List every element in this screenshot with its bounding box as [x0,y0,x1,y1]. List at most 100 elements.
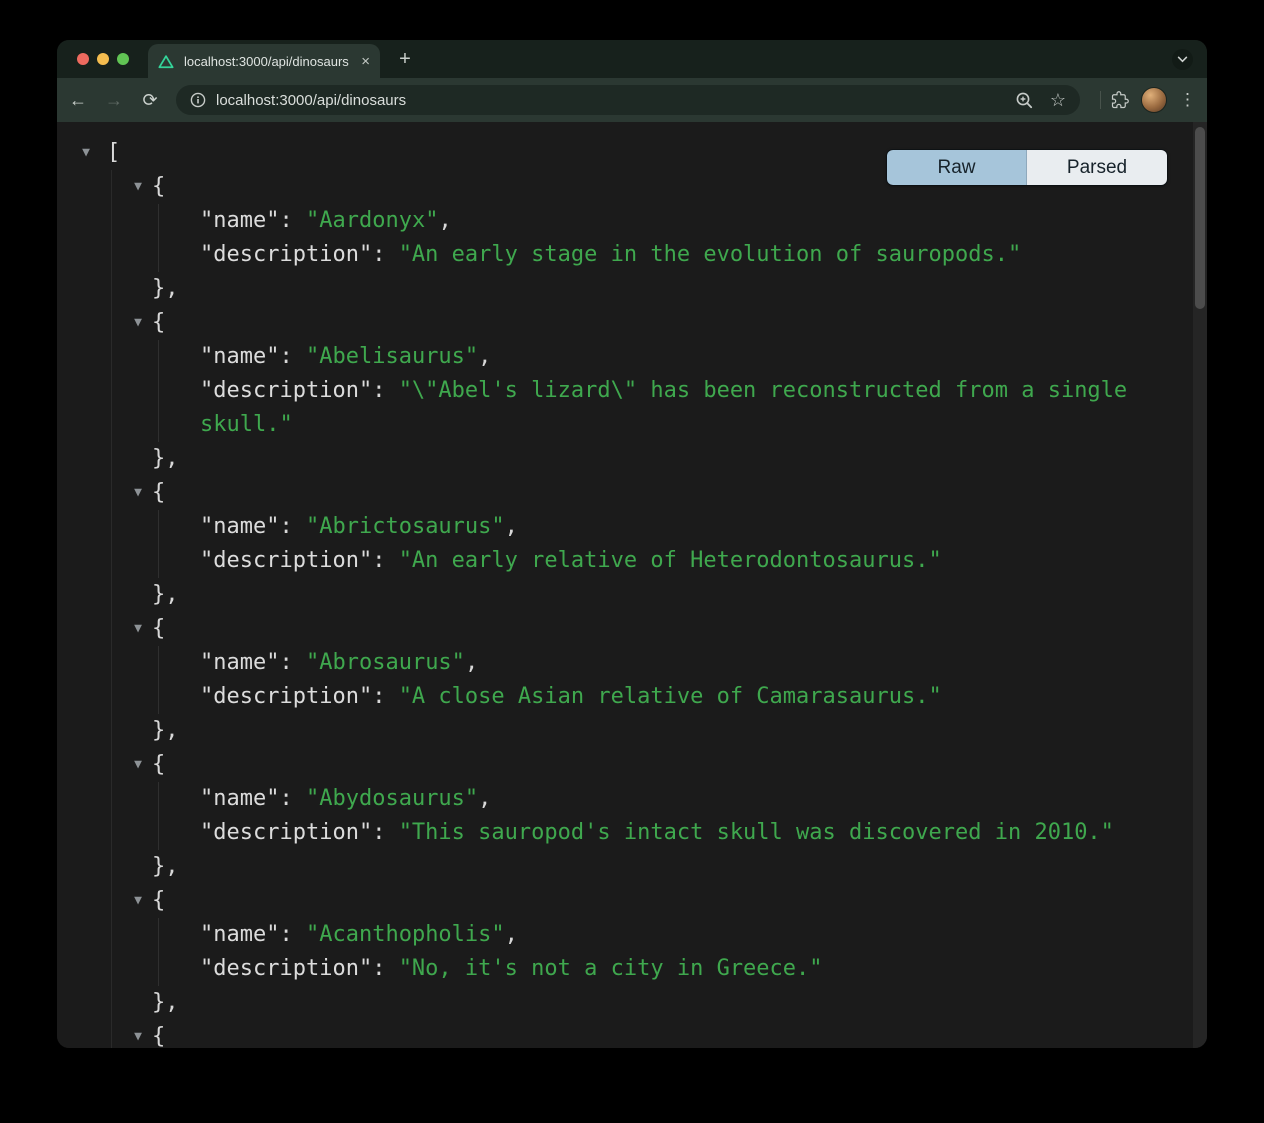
json-punctuation: : [372,378,399,403]
object-open-brace: { [152,310,165,335]
menu-kebab-icon[interactable]: ⋮ [1179,90,1193,110]
object-close-row: }, [57,714,1207,748]
json-string-value: "A close Asian relative of Camarasaurus.… [399,684,942,709]
json-description-line: "description": "A close Asian relative o… [57,680,1207,714]
json-punctuation: , [465,650,478,675]
object-open-brace: { [152,616,165,641]
json-punctuation: : [372,956,399,981]
json-punctuation: : [372,548,399,573]
scrollbar-thumb[interactable] [1195,127,1205,309]
json-punctuation: , [505,922,518,947]
json-punctuation: : [279,344,306,369]
json-punctuation: : [372,820,399,845]
json-object-partial: ▼ { [57,1020,1207,1048]
json-key: "description" [200,548,372,573]
object-close-row: }, [57,272,1207,306]
json-description-line: "description": "This sauropod's intact s… [57,816,1207,850]
object-open-row: ▼{ [57,306,1207,340]
object-close-brace: }, [152,582,179,607]
json-object: ▼{"name": "Abelisaurus","description": "… [57,306,1207,476]
json-object: ▼{"name": "Acanthopholis","description":… [57,884,1207,1020]
collapse-toggle-icon[interactable]: ▼ [129,884,147,918]
browser-window: localhost:3000/api/dinosaurs × + ← → ⟳ l… [57,40,1207,1048]
site-favicon-icon [158,53,176,69]
json-key: "name" [200,922,279,947]
toolbar-divider [1100,91,1101,109]
json-key: "name" [200,514,279,539]
json-object: ▼{"name": "Abydosaurus","description": "… [57,748,1207,884]
json-entries: ▼{"name": "Aardonyx","description": "An … [57,170,1207,1020]
site-info-icon[interactable] [190,92,206,108]
json-punctuation: : [372,684,399,709]
address-bar[interactable]: localhost:3000/api/dinosaurs ☆ [176,85,1080,115]
tab-strip: localhost:3000/api/dinosaurs × + [57,40,1207,78]
object-close-brace: }, [152,276,179,301]
json-string-value: "Abelisaurus" [306,344,478,369]
json-string-value: "Acanthopholis" [306,922,505,947]
json-viewer: Raw Parsed ▼ [ ▼{"name": "Aardonyx","des… [57,122,1207,1048]
object-close-row: }, [57,986,1207,1020]
collapse-toggle-icon[interactable]: ▼ [129,1020,147,1048]
json-key: "name" [200,208,279,233]
json-name-line: "name": "Acanthopholis", [57,918,1207,952]
json-name-line: "name": "Abrictosaurus", [57,510,1207,544]
collapse-toggle-icon[interactable]: ▼ [129,748,147,782]
json-description-line: "description": "An early relative of Het… [57,544,1207,578]
bookmark-star-icon[interactable]: ☆ [1050,91,1066,109]
json-punctuation: : [279,922,306,947]
json-string-value: "Abydosaurus" [306,786,478,811]
json-object: ▼{ "name": "Aardonyx","description": "An … [57,170,1207,306]
forward-button[interactable]: → [100,90,128,111]
collapse-toggle-icon[interactable]: ▼ [129,306,147,340]
json-string-value: "This sauropod's intact skull was discov… [399,820,1114,845]
json-string-value: "Abrosaurus" [306,650,465,675]
json-name-line: "name": "Abydosaurus", [57,782,1207,816]
reload-button[interactable]: ⟳ [136,90,164,111]
back-button[interactable]: ← [64,90,92,111]
json-key: "description" [200,956,372,981]
collapse-toggle-icon[interactable]: ▼ [129,612,147,646]
object-open-row: ▼{ [57,476,1207,510]
object-close-brace: }, [152,854,179,879]
profile-avatar[interactable] [1141,87,1167,113]
tab-title: localhost:3000/api/dinosaurs [184,54,353,69]
json-name-line: "name": "Aardonyx", [57,204,1207,238]
raw-button[interactable]: Raw [887,150,1027,185]
json-string-value: "An early relative of Heterodontosaurus.… [399,548,942,573]
new-tab-button[interactable]: + [393,48,417,72]
object-close-row: }, [57,850,1207,884]
json-description-line: "description": "An early stage in the ev… [57,238,1207,272]
object-open-brace: { [152,174,165,199]
tab-close-icon[interactable]: × [361,54,370,69]
browser-tab[interactable]: localhost:3000/api/dinosaurs × [148,44,380,78]
json-string-value: "An early stage in the evolution of saur… [399,242,1022,267]
json-key: "name" [200,650,279,675]
json-punctuation: : [279,208,306,233]
json-key: "description" [200,378,372,403]
json-punctuation: , [478,344,491,369]
chevron-down-icon [1177,56,1188,63]
minimize-window-button[interactable] [97,53,109,65]
json-name-line: "name": "Abelisaurus", [57,340,1207,374]
object-close-row: }, [57,442,1207,476]
tab-search-button[interactable] [1172,49,1193,70]
collapse-toggle-icon[interactable]: ▼ [129,476,147,510]
fullscreen-window-button[interactable] [117,53,129,65]
json-punctuation: , [478,786,491,811]
object-open-row: ▼{ [57,884,1207,918]
json-punctuation: , [505,514,518,539]
json-punctuation: : [372,242,399,267]
json-tree: ▼{"name": "Aardonyx","description": "An … [57,170,1207,1048]
zoom-icon[interactable] [1014,90,1034,110]
url-text: localhost:3000/api/dinosaurs [216,92,1014,109]
window-controls [77,53,129,65]
close-window-button[interactable] [77,53,89,65]
collapse-toggle-icon[interactable]: ▼ [129,170,147,204]
json-object: ▼{"name": "Abrictosaurus","description":… [57,476,1207,612]
scrollbar[interactable] [1193,122,1207,1048]
collapse-root-icon[interactable]: ▼ [77,136,95,170]
extensions-puzzle-icon[interactable] [1111,91,1129,109]
json-string-value: "Aardonyx" [306,208,438,233]
json-key: "name" [200,344,279,369]
parsed-button[interactable]: Parsed [1027,150,1167,185]
